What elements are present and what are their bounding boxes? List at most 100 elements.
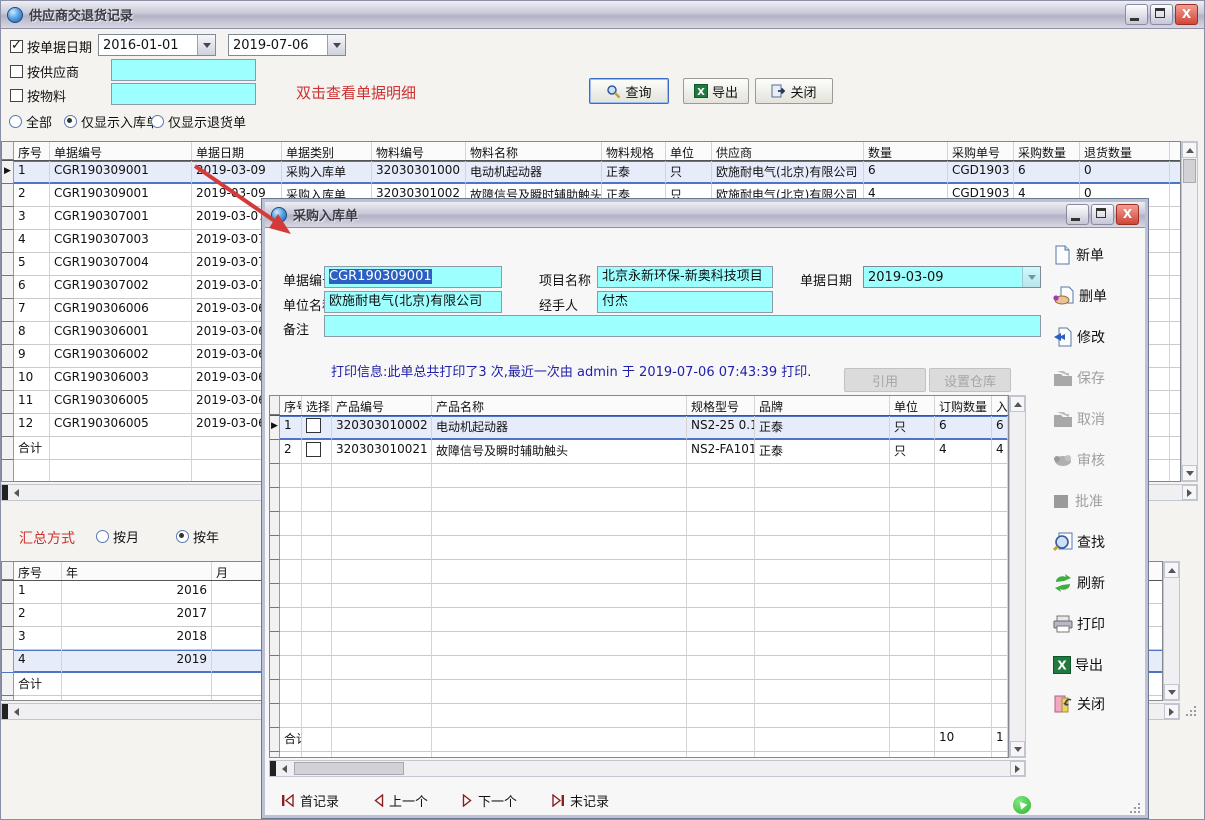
scroll-right-button[interactable] bbox=[1010, 761, 1025, 776]
sidebar-cancel-button[interactable]: 取消 bbox=[1053, 406, 1145, 432]
export-button[interactable]: X 导出 bbox=[683, 78, 749, 104]
column-header[interactable]: 序号 bbox=[280, 396, 302, 415]
row-selector[interactable] bbox=[2, 414, 14, 437]
nav-last-button[interactable]: 末记录 bbox=[551, 791, 609, 810]
products-vscrollbar[interactable] bbox=[1009, 395, 1026, 758]
sidebar-refresh-button[interactable]: 刷新 bbox=[1053, 570, 1145, 596]
maximize-button[interactable] bbox=[1150, 4, 1173, 25]
row-selector[interactable] bbox=[270, 728, 280, 752]
row-selector[interactable] bbox=[2, 253, 14, 276]
row-selector[interactable]: ▶ bbox=[2, 161, 14, 184]
sidebar-close-button[interactable]: 关闭 bbox=[1053, 691, 1145, 717]
view-all-radio[interactable] bbox=[9, 115, 22, 128]
column-header[interactable]: 规格型号 bbox=[687, 396, 755, 415]
row-selector[interactable] bbox=[2, 673, 14, 696]
date-from-dropdown-button[interactable] bbox=[197, 35, 215, 55]
scroll-down-button[interactable] bbox=[1164, 684, 1179, 700]
sidebar-audit-button[interactable]: 审核 bbox=[1053, 447, 1145, 473]
sidebar-export-button[interactable]: X 导出 bbox=[1053, 652, 1145, 678]
column-header[interactable]: 采购数量 bbox=[1014, 142, 1080, 160]
view-inbound-radio[interactable] bbox=[64, 115, 77, 128]
sidebar-save-button[interactable]: 保存 bbox=[1053, 365, 1145, 391]
row-selector[interactable] bbox=[2, 276, 14, 299]
column-header[interactable]: 年 bbox=[62, 562, 212, 580]
filter-by-date-checkbox[interactable] bbox=[10, 40, 23, 53]
table-row[interactable]: ▶1CGR1903090012019-03-09采购入库单32030301000… bbox=[2, 161, 1180, 184]
row-selector[interactable] bbox=[2, 604, 14, 627]
column-header[interactable]: 物料名称 bbox=[466, 142, 602, 160]
summary-by-month-radio[interactable] bbox=[96, 530, 109, 543]
column-header[interactable]: 数量 bbox=[864, 142, 948, 160]
row-selector[interactable] bbox=[2, 345, 14, 368]
scroll-up-button[interactable] bbox=[1182, 142, 1197, 158]
filter-by-material-checkbox[interactable] bbox=[10, 89, 23, 102]
minimize-button[interactable] bbox=[1125, 4, 1148, 25]
project-input[interactable]: 北京永新环保-新奥科技项目 bbox=[597, 266, 773, 288]
column-header[interactable]: 采购单号 bbox=[948, 142, 1014, 160]
column-header[interactable]: 单位 bbox=[890, 396, 935, 415]
doc-no-input[interactable]: CGR190309001 bbox=[324, 266, 502, 288]
column-header[interactable]: 品牌 bbox=[755, 396, 890, 415]
row-selector[interactable] bbox=[2, 184, 14, 207]
column-header[interactable]: 产品编号 bbox=[332, 396, 432, 415]
sidebar-new-button[interactable]: 新单 bbox=[1053, 242, 1145, 268]
column-header[interactable]: 单据日期 bbox=[192, 142, 282, 160]
scroll-up-button[interactable] bbox=[1164, 562, 1179, 578]
scroll-right-button[interactable] bbox=[1182, 485, 1197, 500]
row-selector[interactable] bbox=[2, 650, 14, 673]
sidebar-print-button[interactable]: 打印 bbox=[1053, 611, 1145, 637]
column-header[interactable]: 单据类别 bbox=[282, 142, 372, 160]
quote-button[interactable]: 引用 bbox=[844, 368, 926, 392]
sidebar-modify-button[interactable]: 修改 bbox=[1053, 324, 1145, 350]
query-button[interactable]: 查询 bbox=[589, 78, 669, 104]
column-header[interactable]: 订购数量 bbox=[935, 396, 992, 415]
nav-prev-button[interactable]: 上一个 bbox=[373, 791, 428, 810]
dialog-minimize-button[interactable] bbox=[1066, 204, 1089, 225]
refresh-status-icon[interactable] bbox=[1013, 796, 1031, 814]
filter-by-supplier-checkbox[interactable] bbox=[10, 65, 23, 78]
column-header[interactable]: 产品名称 bbox=[432, 396, 687, 415]
row-checkbox[interactable] bbox=[306, 442, 321, 457]
row-checkbox[interactable] bbox=[306, 418, 321, 433]
products-table-body[interactable]: ▶1320303010002电动机起动器NS2-25 0.1正泰只6623203… bbox=[270, 416, 1008, 728]
set-warehouse-button[interactable]: 设置仓库 bbox=[929, 368, 1011, 392]
column-header[interactable]: 序号 bbox=[14, 142, 50, 160]
view-returns-radio[interactable] bbox=[151, 115, 164, 128]
dialog-maximize-button[interactable] bbox=[1091, 204, 1114, 225]
column-header[interactable]: 选择 bbox=[302, 396, 332, 415]
unit-input[interactable]: 欧施耐电气(北京)有限公司 bbox=[324, 291, 502, 313]
row-selector[interactable] bbox=[2, 627, 14, 650]
column-header[interactable]: 物料规格 bbox=[602, 142, 666, 160]
summary-vscrollbar[interactable] bbox=[1163, 561, 1180, 701]
scroll-right-button[interactable] bbox=[1164, 704, 1179, 719]
row-selector[interactable] bbox=[2, 230, 14, 253]
row-selector[interactable] bbox=[2, 581, 14, 604]
scroll-left-button[interactable] bbox=[277, 761, 292, 776]
date-from-combo[interactable]: 2016-01-01 bbox=[98, 34, 216, 56]
remark-input[interactable] bbox=[324, 315, 1041, 337]
material-input[interactable] bbox=[111, 83, 256, 105]
sidebar-delete-button[interactable]: 删单 bbox=[1053, 283, 1145, 309]
column-header[interactable]: 序号 bbox=[14, 562, 62, 580]
row-selector[interactable]: ▶ bbox=[270, 416, 280, 440]
scroll-left-button[interactable] bbox=[9, 704, 24, 719]
doc-date-dropdown-button[interactable] bbox=[1022, 267, 1040, 287]
column-header[interactable]: 供应商 bbox=[712, 142, 864, 160]
window-resize-grip[interactable] bbox=[1185, 704, 1198, 717]
doc-date-combo[interactable]: 2019-03-09 bbox=[863, 266, 1041, 288]
column-header[interactable]: 单位 bbox=[666, 142, 712, 160]
scroll-thumb[interactable] bbox=[1183, 159, 1196, 183]
row-selector[interactable] bbox=[2, 207, 14, 230]
column-header[interactable]: 入 bbox=[992, 396, 1008, 415]
row-selector[interactable] bbox=[2, 322, 14, 345]
row-selector[interactable] bbox=[2, 437, 14, 460]
records-vscrollbar[interactable] bbox=[1181, 141, 1198, 482]
nav-first-button[interactable]: 首记录 bbox=[281, 791, 339, 810]
row-selector[interactable] bbox=[270, 440, 280, 464]
row-selector[interactable] bbox=[2, 391, 14, 414]
table-row[interactable]: ▶1320303010002电动机起动器NS2-25 0.1正泰只66 bbox=[270, 416, 1008, 440]
column-header[interactable]: 退货数量 bbox=[1080, 142, 1170, 160]
scroll-thumb[interactable] bbox=[294, 762, 404, 775]
scroll-down-button[interactable] bbox=[1010, 741, 1025, 757]
table-row[interactable]: 合计101 bbox=[270, 728, 1008, 752]
